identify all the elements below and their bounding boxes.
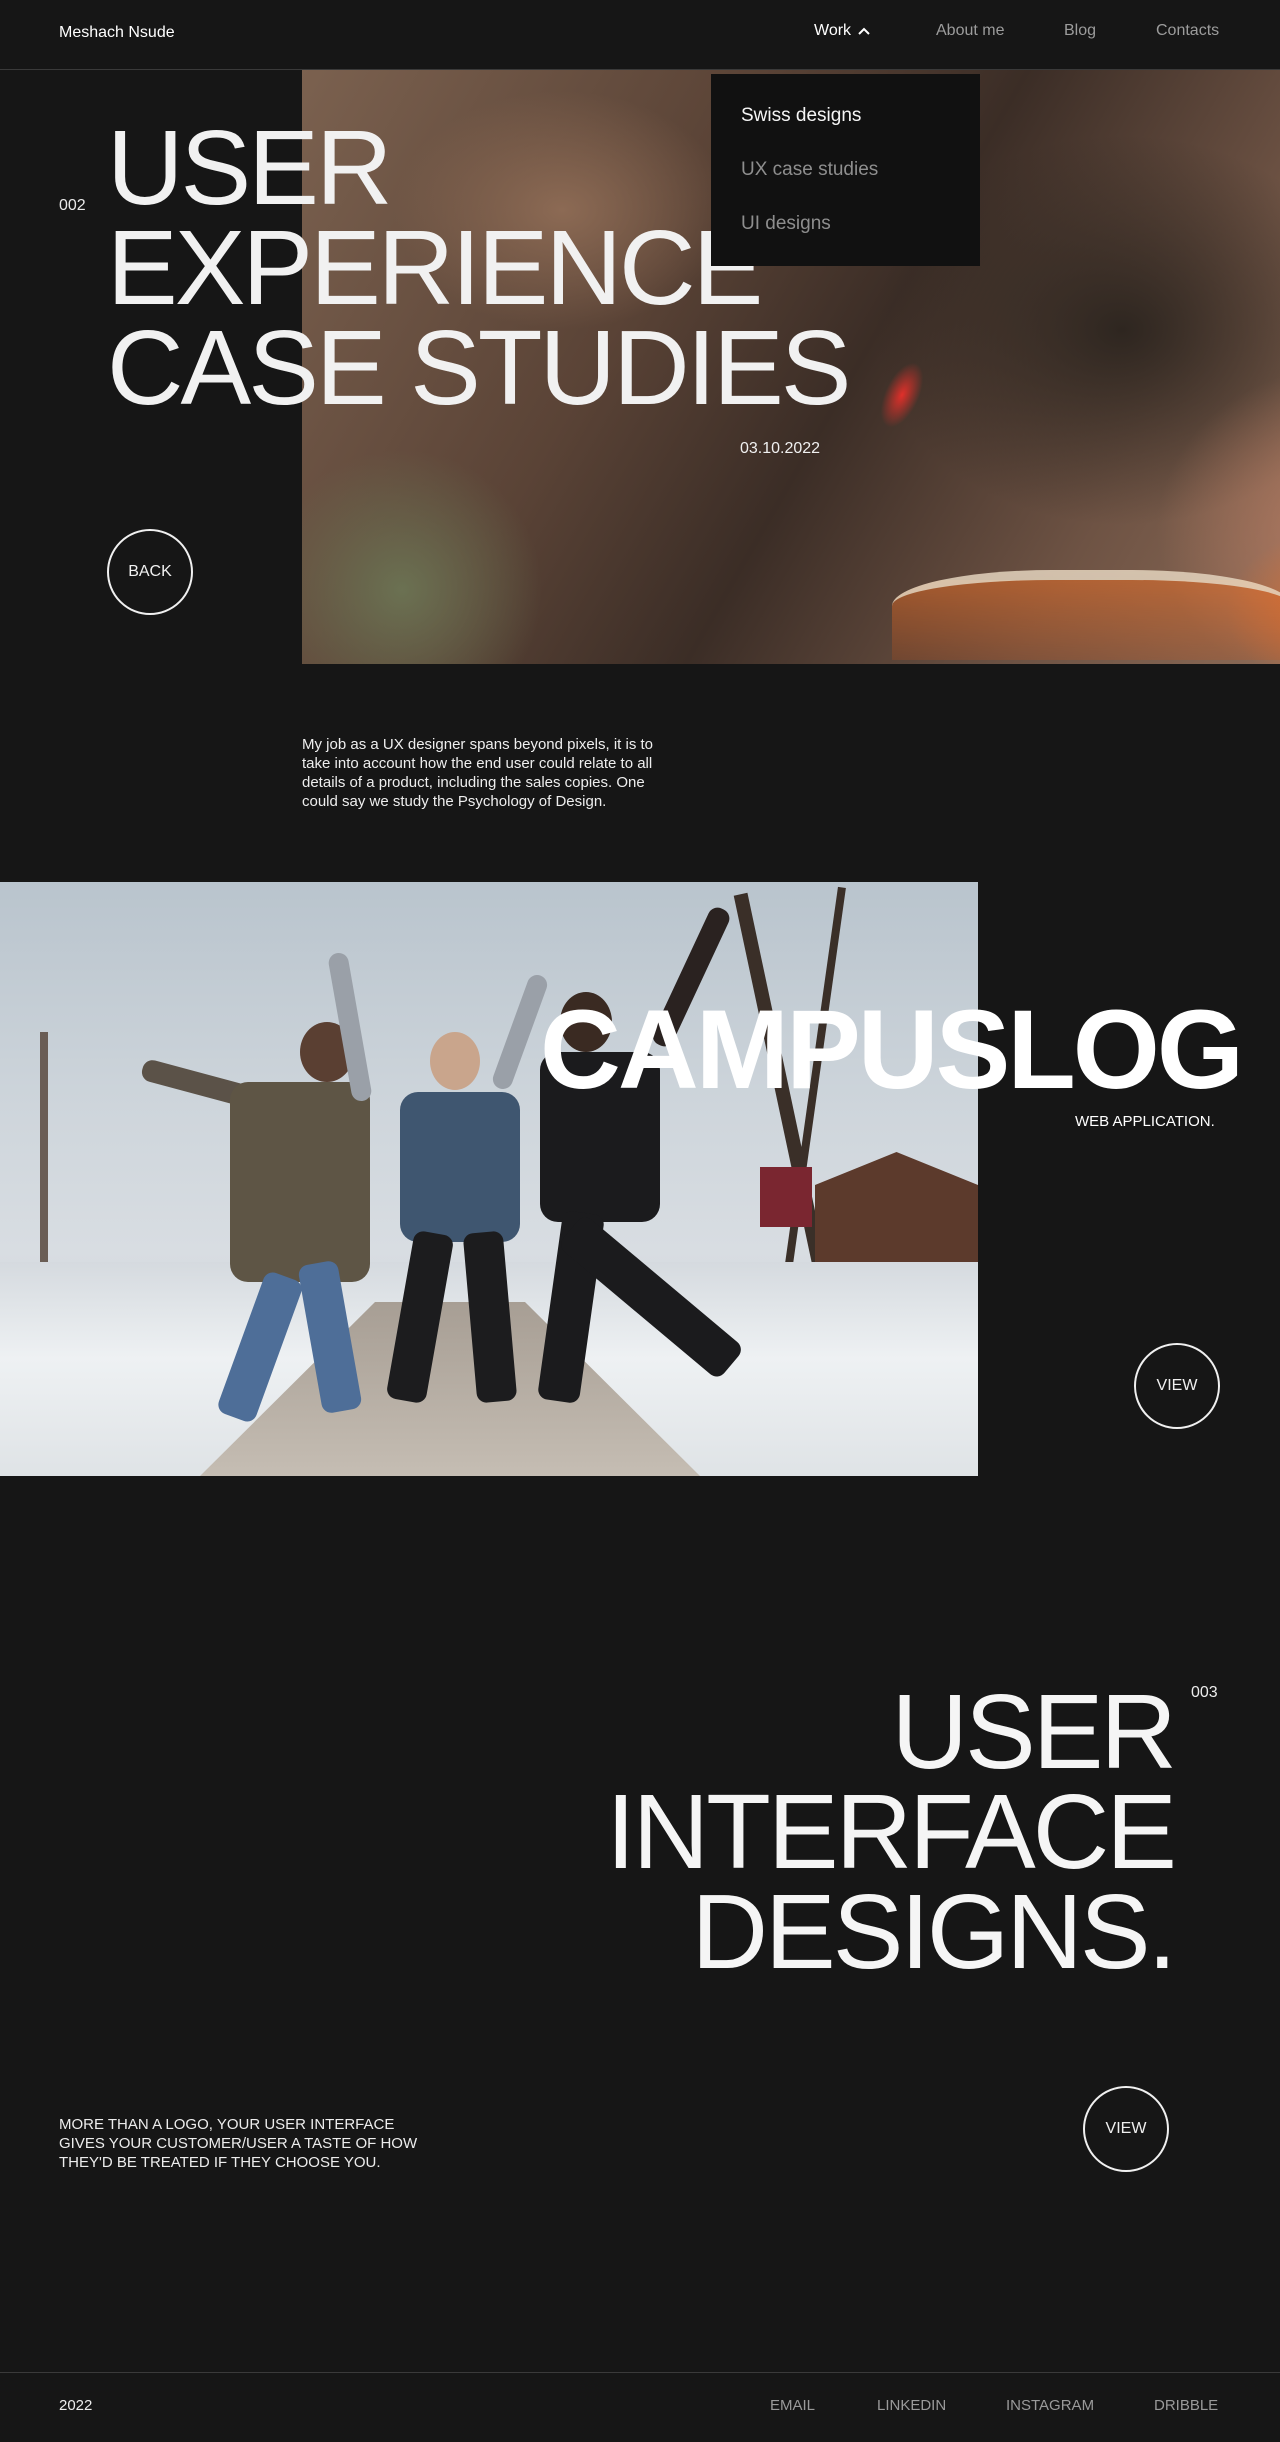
ui-title-line: DESIGNS. (691, 1873, 1177, 1991)
hair-clip (871, 356, 933, 434)
back-button[interactable]: BACK (107, 529, 193, 615)
ui-section-title: USER INTERFACE DESIGNS. (606, 1673, 1177, 1991)
nav-work[interactable]: Work (814, 22, 871, 40)
nav-blog[interactable]: Blog (1064, 22, 1096, 40)
section-number: 002 (59, 197, 86, 214)
campuslog-subtitle: WEB APPLICATION. (1075, 1113, 1215, 1130)
intro-paragraph: My job as a UX designer spans beyond pix… (302, 736, 654, 810)
dropdown-item-ui-designs[interactable]: UI designs (741, 213, 831, 235)
ui-title-line: USER (891, 1673, 1177, 1791)
caution-sign (760, 1167, 812, 1227)
site-footer: 2022 EMAIL LINKEDIN INSTAGRAM DRIBBLE (0, 2372, 1280, 2442)
campuslog-photo[interactable] (0, 882, 978, 1476)
section-number: 003 (1191, 1684, 1218, 1701)
dropdown-item-ux-case-studies[interactable]: UX case studies (741, 159, 878, 181)
footer-year: 2022 (59, 2397, 93, 2414)
campuslog-view-button[interactable]: VIEW (1134, 1343, 1220, 1429)
sunglasses (892, 570, 1280, 660)
dropdown-item-swiss-designs[interactable]: Swiss designs (741, 105, 861, 127)
work-dropdown-menu: Swiss designs UX case studies UI designs (711, 74, 980, 266)
hero-date: 03.10.2022 (740, 440, 821, 457)
footer-link-linkedin[interactable]: LINKEDIN (877, 2397, 946, 2414)
ui-title-line: INTERFACE (606, 1773, 1177, 1891)
house (815, 1152, 978, 1262)
ui-section-description: MORE THAN A LOGO, YOUR USER INTERFACE GI… (59, 2116, 418, 2171)
footer-link-instagram[interactable]: INSTAGRAM (1006, 2397, 1094, 2414)
hero-title-line: CASE STUDIES (107, 309, 852, 427)
nav-work-label: Work (814, 22, 852, 39)
site-header: Meshach Nsude Work About me Blog Contact… (0, 0, 1280, 70)
footer-link-dribble[interactable]: DRIBBLE (1154, 2397, 1218, 2414)
nav-about[interactable]: About me (936, 22, 1004, 40)
campuslog-title: CAMPUSLOG (540, 987, 1244, 1112)
chevron-up-icon (858, 27, 870, 35)
footer-link-email[interactable]: EMAIL (770, 2397, 815, 2414)
nav-contacts[interactable]: Contacts (1156, 22, 1219, 40)
ui-view-button[interactable]: VIEW (1083, 2086, 1169, 2172)
brand-name[interactable]: Meshach Nsude (59, 24, 175, 42)
